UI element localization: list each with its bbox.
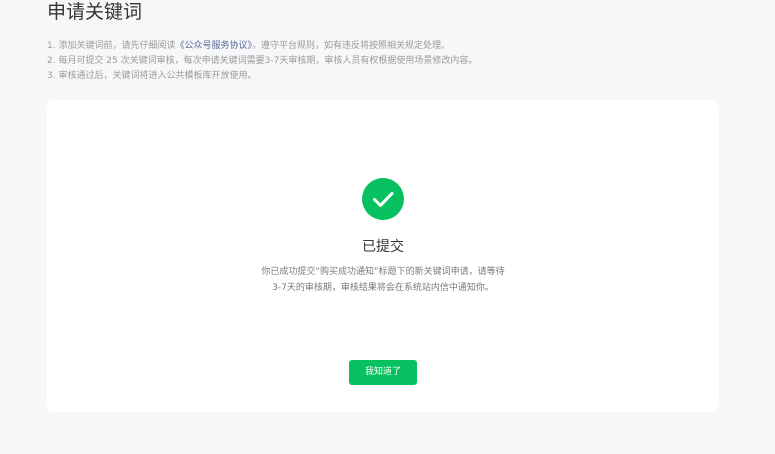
result-description-line-2: 3-7天的审核期，审核结果将会在系统站内信中通知你。	[272, 283, 494, 293]
instruction-line-1-suffix: ，遵守平台规则，如有违反将按照相关规定处理。	[251, 41, 450, 51]
instructions: 1. 添加关键词前，请先仔细阅读《公众号服务协议》，遵守平台规则，如有违反将按照…	[47, 39, 747, 84]
page-title: 申请关键词	[47, 1, 143, 23]
check-circle-icon	[362, 178, 404, 220]
acknowledge-button[interactable]: 我知道了	[349, 360, 417, 385]
result-title: 已提交	[362, 239, 404, 255]
service-agreement-link[interactable]: 《公众号服务协议》	[175, 41, 252, 51]
instruction-line-3: 3. 审核通过后，关键词将进入公共模板库开放使用。	[47, 71, 257, 81]
instruction-line-1: 1. 添加关键词前，请先仔细阅读《公众号服务协议》，遵守平台规则，如有违反将按照…	[47, 39, 747, 54]
result-card: 已提交 你已成功提交“购买成功通知”标题下的新关键词申请，请等待 3-7天的审核…	[47, 100, 719, 412]
result-description: 你已成功提交“购买成功通知”标题下的新关键词申请，请等待 3-7天的审核期，审核…	[243, 264, 523, 296]
instruction-line-2: 2. 每月可提交 25 次关键词审核，每次申请关键词需要3-7天审核期，审核人员…	[47, 56, 478, 66]
checkmark-icon	[373, 192, 394, 207]
result-description-line-1: 你已成功提交“购买成功通知”标题下的新关键词申请，请等待	[261, 267, 505, 277]
instruction-line-1-prefix: 1. 添加关键词前，请先仔细阅读	[47, 41, 176, 51]
